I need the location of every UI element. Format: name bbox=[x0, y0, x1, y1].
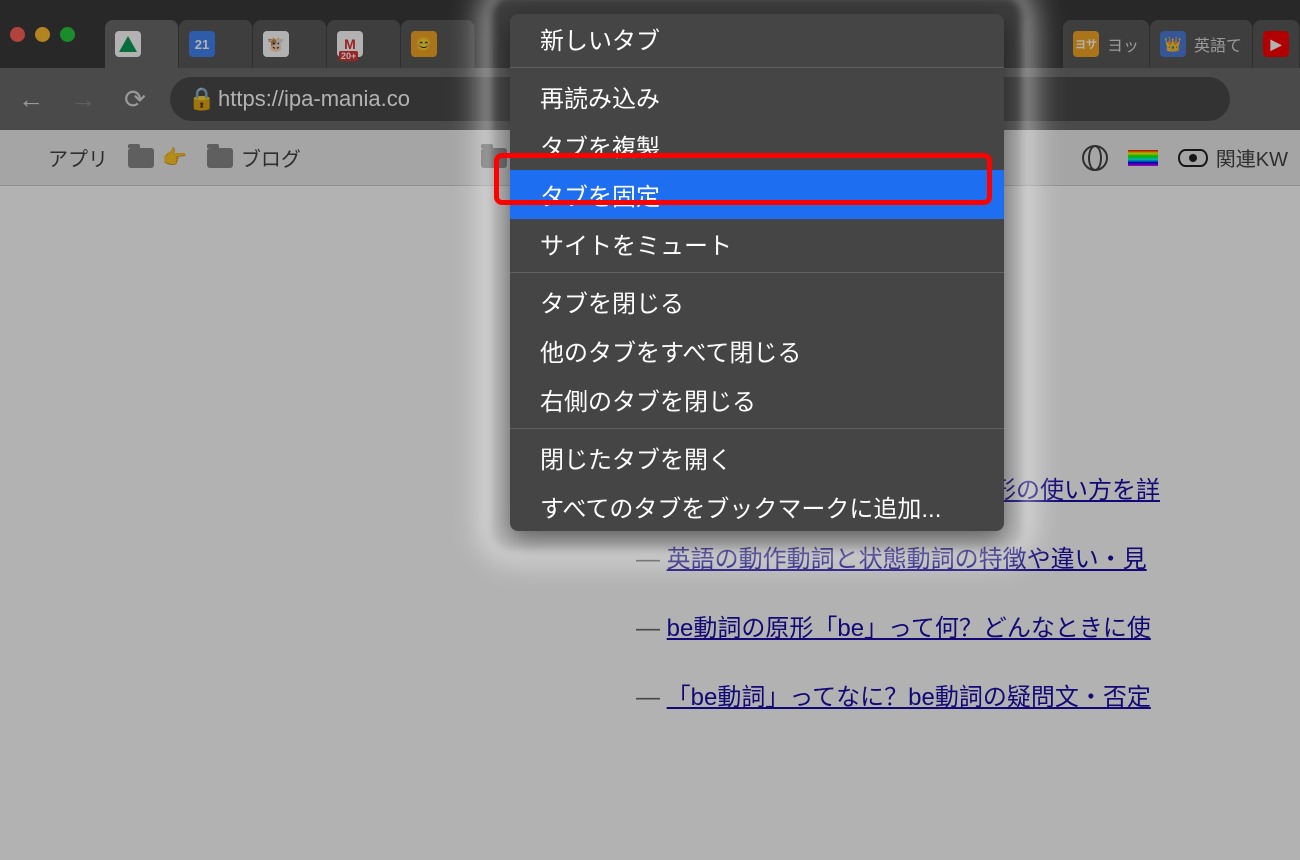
ctx-close-others[interactable]: 他のタブをすべて閉じる bbox=[510, 326, 1004, 375]
rainbow-icon bbox=[1128, 150, 1158, 166]
ctx-close-right[interactable]: 右側のタブを閉じる bbox=[510, 375, 1004, 424]
tab[interactable]: M20+ bbox=[327, 20, 401, 68]
ctx-separator bbox=[510, 272, 1004, 273]
bookmark-item[interactable]: 関連KW bbox=[1178, 143, 1288, 172]
page-link[interactable]: 「be動詞」ってなに？be動詞の疑問文・否定 bbox=[667, 684, 1151, 711]
close-window-button[interactable] bbox=[10, 27, 25, 42]
bookmark-label: ブログ bbox=[241, 143, 301, 172]
maximize-window-button[interactable] bbox=[60, 27, 75, 42]
bookmark-folder[interactable]: 👉 bbox=[128, 145, 187, 170]
bookmark-emoji: 👉 bbox=[162, 145, 187, 170]
tabs-right: ヨサヨッ 👑英語て ▶ bbox=[1063, 0, 1300, 68]
tab[interactable]: 🐮 bbox=[253, 20, 327, 68]
lock-icon: 🔒 bbox=[188, 86, 206, 112]
tab[interactable]: ▶ bbox=[1253, 20, 1300, 68]
reload-button[interactable]: ⟳ bbox=[118, 82, 152, 116]
tab[interactable]: 👑英語て bbox=[1150, 20, 1253, 68]
folder-icon bbox=[128, 148, 154, 168]
tab-label: 英語て bbox=[1194, 32, 1242, 56]
apps-icon bbox=[12, 147, 40, 169]
back-button[interactable]: ← bbox=[14, 82, 48, 116]
eye-icon bbox=[1178, 149, 1208, 167]
bookmark-label: 関連KW bbox=[1216, 143, 1288, 172]
context-menu-wrapper: 新しいタブ 再読み込み タブを複製 タブを固定 サイトをミュート タブを閉じる … bbox=[510, 14, 1004, 531]
bookmark-item[interactable] bbox=[1128, 150, 1158, 166]
ctx-close-tab[interactable]: タブを閉じる bbox=[510, 277, 1004, 326]
url-text: https://ipa-mania.co bbox=[218, 86, 410, 112]
list-item: ― 「be動詞」ってなに？be動詞の疑問文・否定 bbox=[636, 678, 1300, 719]
bookmark-item[interactable] bbox=[1082, 145, 1108, 171]
page-link[interactable]: 英語の動作動詞と状態動詞の特徴や違い・見 bbox=[667, 546, 1147, 573]
tab-context-menu: 新しいタブ 再読み込み タブを複製 タブを固定 サイトをミュート タブを閉じる … bbox=[510, 14, 1004, 531]
apps-label: アプリ bbox=[48, 143, 108, 172]
ctx-duplicate[interactable]: タブを複製 bbox=[510, 121, 1004, 170]
apps-shortcut[interactable]: アプリ bbox=[12, 143, 108, 172]
tab[interactable]: 😊 bbox=[401, 20, 475, 68]
ctx-mute-site[interactable]: サイトをミュート bbox=[510, 219, 1004, 268]
ctx-new-tab[interactable]: 新しいタブ bbox=[510, 14, 1004, 63]
tab[interactable] bbox=[105, 20, 179, 68]
ctx-separator bbox=[510, 428, 1004, 429]
tab-label: ヨッ bbox=[1107, 32, 1139, 56]
window-controls bbox=[10, 27, 75, 42]
folder-icon bbox=[207, 148, 233, 168]
tabs-left: 21 🐮 M20+ 😊 bbox=[105, 0, 475, 68]
ctx-bookmark-all[interactable]: すべてのタブをブックマークに追加... bbox=[510, 482, 1004, 531]
ctx-pin-tab[interactable]: タブを固定 bbox=[510, 170, 1004, 219]
page-link[interactable]: be動詞の原形「be」って何？どんなときに使 bbox=[667, 615, 1151, 642]
tab[interactable]: 21 bbox=[179, 20, 253, 68]
ctx-separator bbox=[510, 67, 1004, 68]
globe-icon bbox=[1082, 145, 1108, 171]
forward-button[interactable]: → bbox=[66, 82, 100, 116]
bookmark-folder[interactable]: ブログ bbox=[207, 143, 301, 172]
list-item: ― be動詞の原形「be」って何？どんなときに使 bbox=[636, 609, 1300, 650]
ctx-reopen-closed[interactable]: 閉じたタブを開く bbox=[510, 433, 1004, 482]
tab[interactable]: ヨサヨッ bbox=[1063, 20, 1150, 68]
minimize-window-button[interactable] bbox=[35, 27, 50, 42]
ctx-reload[interactable]: 再読み込み bbox=[510, 72, 1004, 121]
